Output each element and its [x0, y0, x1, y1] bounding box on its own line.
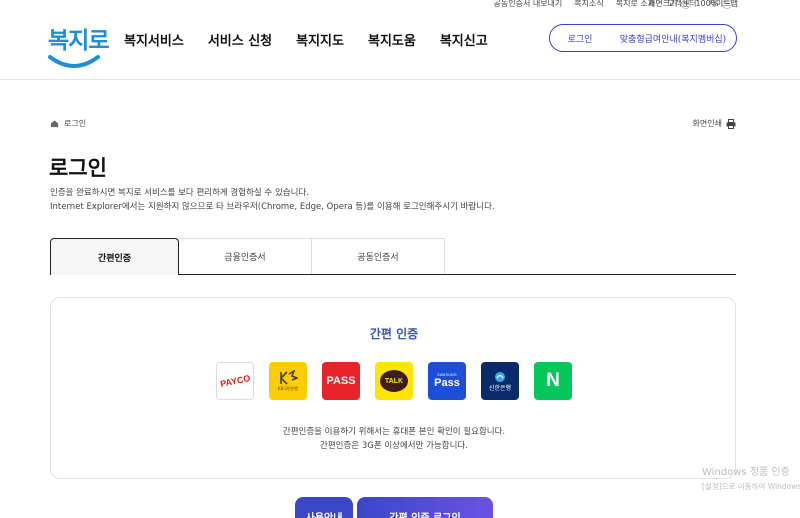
provider-pass[interactable]: PASS: [322, 362, 360, 400]
utility-bar: 공동인증서 내보내기 복지소식 복지로 소개 고객센터 사이트맵 화면크기 + …: [0, 0, 800, 9]
util-link-export-cert[interactable]: 공동인증서 내보내기: [494, 0, 563, 9]
zoom-label: 화면크기: [648, 0, 678, 8]
membership-button[interactable]: 맞춤형급여안내(복지멤버십): [610, 32, 736, 45]
kb-label: KB국민은행: [277, 386, 299, 391]
zoom-value: 100%: [695, 0, 719, 8]
nav-service-apply[interactable]: 서비스 신청: [208, 30, 272, 49]
provider-shinhan[interactable]: 신한은행: [481, 362, 519, 400]
watermark-line-2: [설정]으로 이동하여 Windows: [702, 482, 800, 491]
site-logo[interactable]: 복지로: [48, 21, 109, 71]
tab-simple-auth[interactable]: 간편인증: [50, 238, 179, 275]
desc-line-1: 인증을 완료하시면 복지로 서비스를 보다 편리하게 경험하실 수 있습니다.: [50, 188, 309, 198]
header-buttons: 로그인 맞춤형급여안내(복지멤버십): [549, 24, 737, 52]
header-login-button[interactable]: 로그인: [550, 32, 610, 45]
kb-star-icon: [280, 370, 298, 385]
kakao-bubble-icon: TALK: [380, 370, 408, 392]
provider-kb[interactable]: KB국민은행: [269, 362, 307, 400]
tab-joint-cert[interactable]: 공동인증서: [312, 238, 445, 274]
pass-label: PASS: [326, 375, 356, 387]
simple-auth-card: 간편 인증 PAYCO KB국민은행 PASS TALK SAMSUNG Pas…: [50, 297, 736, 479]
tab-financial-cert[interactable]: 금융인증서: [179, 238, 312, 274]
action-buttons: 사용안내 간편 인증 로그인: [295, 497, 493, 518]
logo-smile-icon: [48, 55, 100, 68]
shinhan-logo-icon: [495, 371, 505, 382]
provider-kakao[interactable]: TALK: [375, 362, 413, 400]
note-line-1: 간편인증을 이용하기 위해서는 휴대폰 본인 확인이 필요합니다.: [282, 427, 506, 437]
payco-logo-text: PAYCO: [219, 372, 251, 390]
desc-line-2: Internet Explorer에서는 지원하지 않으므로 타 브라우저(Ch…: [50, 202, 495, 212]
util-link-news[interactable]: 복지소식: [574, 0, 603, 9]
site-header: 복지로 복지서비스 서비스 신청 복지지도 복지도움 복지신고 로그인 맞춤형급…: [0, 9, 800, 80]
zoom-in-button[interactable]: +: [681, 0, 692, 9]
auth-tabs: 간편인증 금융인증서 공동인증서: [50, 238, 736, 275]
watermark-line-1: Windows 정품 인증: [702, 467, 790, 478]
samsung-pass-label: Pass: [434, 377, 460, 389]
shinhan-label: 신한은행: [488, 384, 512, 392]
print-label: 화면인쇄: [692, 119, 722, 128]
card-title: 간편 인증: [369, 327, 419, 341]
provider-list: PAYCO KB국민은행 PASS TALK SAMSUNG Pass 신한은행: [216, 362, 572, 400]
breadcrumb: 로그인: [50, 118, 86, 129]
provider-naver[interactable]: N: [534, 362, 572, 400]
breadcrumb-current: 로그인: [64, 119, 87, 128]
print-button[interactable]: 화면인쇄: [693, 118, 736, 129]
provider-samsung-pass[interactable]: SAMSUNG Pass: [428, 362, 466, 400]
zoom-control: 화면크기 + 100% −: [648, 0, 733, 9]
usage-guide-button[interactable]: 사용안내: [295, 497, 353, 518]
provider-payco[interactable]: PAYCO: [216, 362, 254, 400]
nav-welfare-map[interactable]: 복지지도: [296, 30, 344, 49]
zoom-out-button[interactable]: −: [722, 0, 733, 9]
nav-welfare-services[interactable]: 복지서비스: [124, 30, 184, 49]
nav-welfare-report[interactable]: 복지신고: [440, 30, 488, 49]
home-icon[interactable]: [50, 119, 59, 128]
kakao-label: TALK: [384, 377, 404, 385]
main-nav: 복지서비스 서비스 신청 복지지도 복지도움 복지신고: [124, 30, 488, 49]
card-note: 간편인증을 이용하기 위해서는 휴대폰 본인 확인이 필요합니다. 간편인증은 …: [51, 425, 737, 453]
note-line-2: 간편인증은 3G폰 이상에서만 가능합니다.: [320, 441, 468, 451]
simple-auth-login-button[interactable]: 간편 인증 로그인: [357, 497, 493, 518]
windows-activation-watermark: Windows 정품 인증 [설정]으로 이동하여 Windows: [702, 466, 800, 494]
naver-label: N: [546, 370, 560, 391]
page-title: 로그인: [49, 156, 107, 180]
page-description: 인증을 완료하시면 복지로 서비스를 보다 편리하게 경험하실 수 있습니다. …: [50, 186, 495, 214]
nav-welfare-help[interactable]: 복지도움: [368, 30, 416, 49]
printer-icon: [726, 118, 736, 129]
